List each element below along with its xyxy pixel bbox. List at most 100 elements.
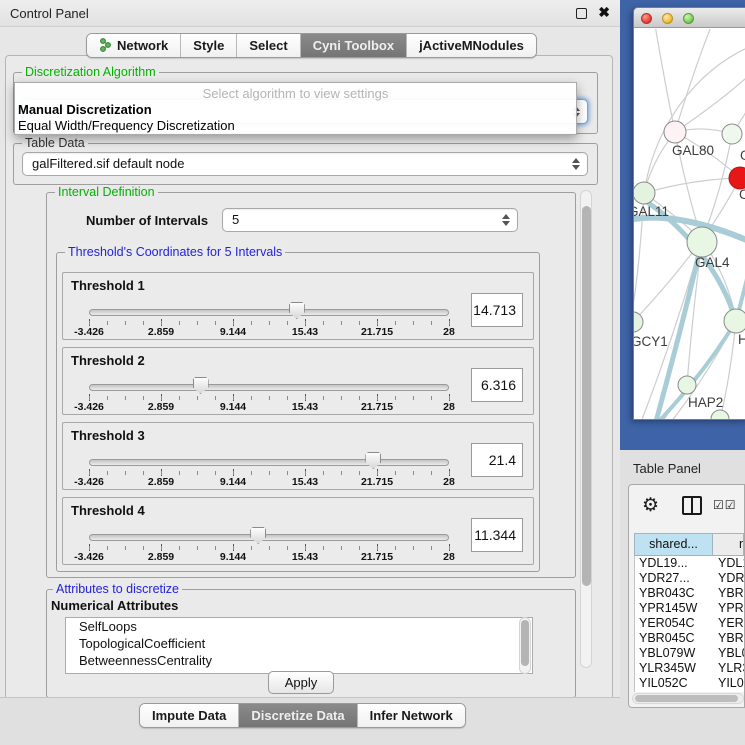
numerical-attributes-list[interactable]: SelfLoops TopologicalCoefficient Between… [65, 617, 533, 674]
tab-select[interactable]: Select [236, 34, 299, 57]
number-of-intervals-select[interactable]: 5 [222, 208, 518, 232]
tab-infer-network[interactable]: Infer Network [357, 704, 465, 727]
table-row[interactable]: YLR345WYLR3 [635, 661, 744, 676]
network-view-window[interactable]: GAL80 GA C GAL11 GAL4 GCY1 H HAP2 [633, 7, 745, 420]
list-item-selfloops[interactable]: SelfLoops [66, 618, 532, 635]
label-gal11: GAL11 [634, 204, 669, 219]
zoom-traffic-icon[interactable] [683, 13, 694, 24]
tab-style-label: Style [193, 38, 224, 53]
gear-icon[interactable]: ⚙ [642, 494, 659, 517]
threshold-4-value-field[interactable]: 11.344 [471, 518, 523, 552]
dropdown-option-equal-width[interactable]: Equal Width/Frequency Discretization [18, 118, 235, 133]
table-horizontal-scrollbar[interactable] [632, 693, 744, 704]
dropdown-option-manual[interactable]: Manual Discretization [18, 102, 152, 117]
cell: YLR3 [715, 661, 744, 676]
tick-label: 15.43 [292, 476, 318, 488]
list-item-topologicalcoefficient[interactable]: TopologicalCoefficient [66, 635, 532, 652]
table-row[interactable]: YDR27...YDR2 [635, 571, 744, 586]
number-of-intervals-value: 5 [232, 212, 239, 227]
tick-label: 9.144 [220, 401, 246, 413]
column-header-name[interactable]: n... [713, 534, 743, 555]
table-data-label: Table Data [22, 136, 88, 150]
label-c: C [739, 187, 745, 202]
apply-button[interactable]: Apply [268, 671, 334, 694]
tick-label: 21.715 [361, 326, 393, 338]
threshold-2-slider-track[interactable] [89, 384, 449, 391]
threshold-3-value-field[interactable]: 21.4 [471, 443, 523, 477]
label-gal4: GAL4 [695, 255, 730, 270]
close-icon[interactable]: ✖ [598, 4, 610, 21]
tick-label: 15.43 [292, 551, 318, 563]
tick-label: 9.144 [220, 476, 246, 488]
split-columns-icon[interactable] [682, 496, 702, 515]
algorithm-dropdown-popup: Select algorithm to view settings Manual… [14, 82, 577, 135]
threshold-4-slider-track[interactable] [89, 534, 449, 541]
network-window-titlebar[interactable] [634, 8, 745, 28]
table-row[interactable]: YPR145WYPR1 [635, 601, 744, 616]
network-icon [99, 38, 112, 53]
node-gal4[interactable] [687, 227, 717, 257]
slider-tick-labels: -3.426 2.859 9.144 15.43 21.715 28 [89, 476, 449, 488]
stepper-arrows-icon [501, 213, 510, 227]
threshold-2-slider-thumb[interactable] [193, 377, 209, 394]
threshold-1-slider-thumb[interactable] [289, 302, 305, 319]
node-hap2[interactable] [678, 376, 696, 394]
tick-label: 2.859 [148, 326, 174, 338]
threshold-3-slider-track[interactable] [89, 459, 449, 466]
tab-jactivemnodules[interactable]: jActiveMNodules [406, 34, 536, 57]
table-data-select[interactable]: galFiltered.sif default node [22, 152, 588, 176]
table-row[interactable]: YBR045CYBR0 [635, 631, 744, 646]
threshold-1-label: Threshold 1 [71, 278, 145, 293]
node-gal11[interactable] [634, 182, 655, 204]
scrollbar-thumb[interactable] [521, 620, 529, 666]
threshold-4-slider-thumb[interactable] [250, 527, 266, 544]
node-gcy1[interactable] [634, 312, 643, 332]
column-header-shared-name[interactable]: shared... [635, 534, 713, 555]
table-row[interactable]: YBR043CYBR0 [635, 586, 744, 601]
table-header-row: shared... n... [634, 533, 744, 556]
scrollbar-thumb[interactable] [582, 206, 591, 586]
attributes-list-scrollbar[interactable] [519, 617, 531, 674]
cell: YBR0 [715, 586, 744, 601]
table-row[interactable]: YBL079WYBL0 [635, 646, 744, 661]
settings-scrollbar[interactable] [580, 190, 592, 668]
threshold-3-slider-thumb[interactable] [365, 452, 381, 469]
panel-title: Control Panel [10, 6, 89, 21]
network-canvas[interactable]: GAL80 GA C GAL11 GAL4 GCY1 H HAP2 [634, 29, 745, 420]
node-gal80[interactable] [664, 121, 686, 143]
node-ga[interactable] [722, 124, 742, 144]
tab-network[interactable]: Network [87, 34, 180, 57]
table-row[interactable]: YDL19...YDL1 [635, 556, 744, 571]
interval-definition-label: Interval Definition [55, 185, 158, 199]
tab-impute-data[interactable]: Impute Data [140, 704, 238, 727]
scrollbar-thumb[interactable] [635, 695, 738, 702]
network-graph: GAL80 GA C GAL11 GAL4 GCY1 H HAP2 [634, 29, 745, 420]
tab-jactivemnodules-label: jActiveMNodules [419, 38, 524, 53]
top-tab-bar: Network Style Select Cyni Toolbox jActiv… [86, 33, 537, 58]
minimize-traffic-icon[interactable] [662, 13, 673, 24]
label-gcy1: GCY1 [634, 334, 668, 349]
tab-discretize-data[interactable]: Discretize Data [238, 704, 356, 727]
tick-label: 21.715 [361, 476, 393, 488]
threshold-2-value-field[interactable]: 6.316 [471, 368, 523, 402]
tick-label: 15.43 [292, 401, 318, 413]
node-h[interactable] [724, 309, 745, 333]
node-bottom[interactable] [711, 410, 729, 420]
tab-style[interactable]: Style [180, 34, 236, 57]
stepper-arrows-icon [571, 157, 580, 171]
close-traffic-icon[interactable] [641, 13, 652, 24]
tick-label: 28 [443, 326, 455, 338]
list-item-betweennesscentrality[interactable]: BetweennessCentrality [66, 652, 532, 669]
table-row[interactable]: YER054CYER0 [635, 616, 744, 631]
tab-cyni-toolbox[interactable]: Cyni Toolbox [300, 34, 406, 57]
threshold-1-value-field[interactable]: 14.713 [471, 293, 523, 327]
cell: YDR27... [635, 571, 715, 586]
checkbox-icons[interactable]: ☑☑ [713, 498, 737, 512]
threshold-3-row: Threshold 3 -3.426 2.859 9.144 15.43 21.… [62, 422, 534, 490]
table-body[interactable]: YDL19...YDL1 YDR27...YDR2 YBR043CYBR0 YP… [634, 556, 744, 692]
table-panel: ⚙ ☑☑ shared... n... YDL19...YDL1 YDR27..… [628, 484, 745, 708]
float-window-icon[interactable] [576, 8, 587, 19]
threshold-1-slider-track[interactable] [89, 309, 449, 316]
cell: YPR145W [635, 601, 715, 616]
table-row[interactable]: YIL052CYIL0 [635, 676, 744, 691]
